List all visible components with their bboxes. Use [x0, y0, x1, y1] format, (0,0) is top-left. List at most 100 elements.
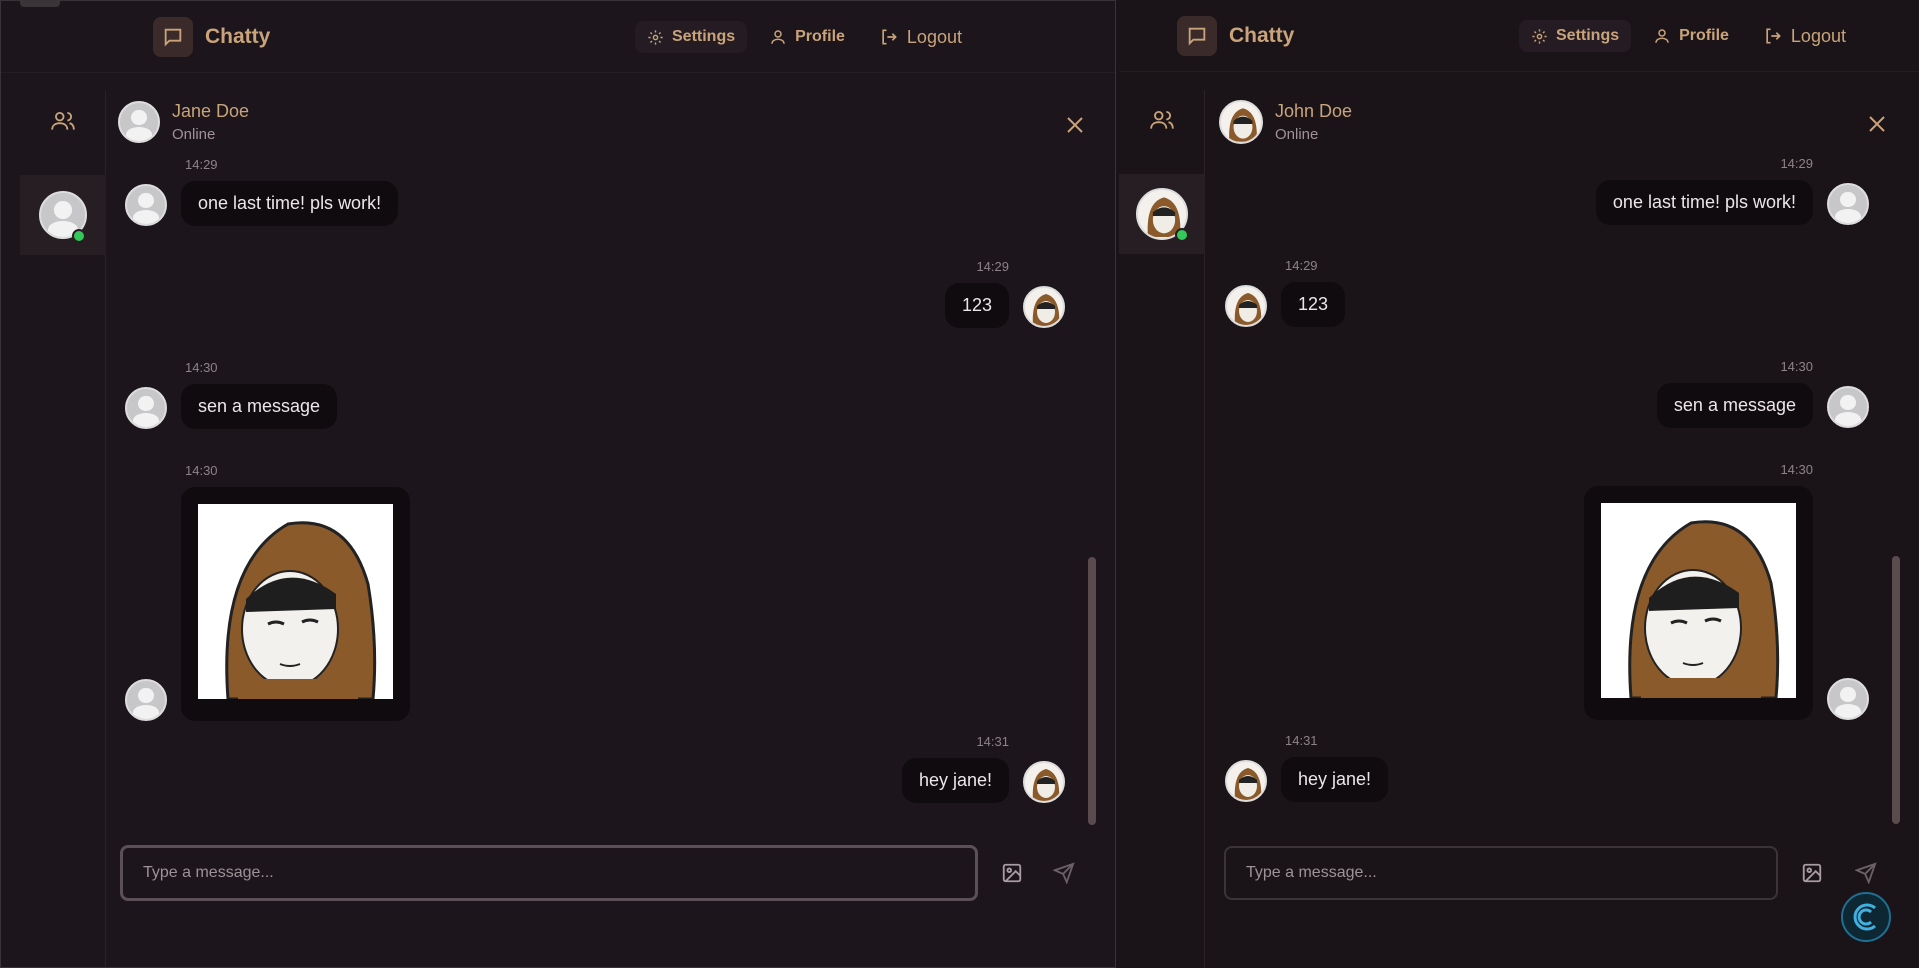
message-bubble: one last time! pls work!	[181, 181, 399, 226]
contact-jane-doe[interactable]	[20, 175, 106, 255]
sender-avatar	[125, 387, 167, 429]
header-avatar	[1219, 100, 1263, 144]
message-received: 14:29 123	[1225, 258, 1346, 327]
message-received: 14:30 sen a message	[125, 360, 338, 429]
message-time: 14:30	[185, 463, 218, 478]
message-bubble: sen a message	[181, 384, 338, 429]
profile-label: Profile	[1679, 27, 1729, 44]
chat-contact-name: John Doe	[1275, 101, 1353, 121]
users-icon[interactable]	[20, 91, 106, 151]
message-input[interactable]	[120, 845, 978, 901]
contacts-sidebar	[1119, 90, 1205, 968]
settings-label: Settings	[1556, 27, 1620, 44]
online-indicator	[1175, 228, 1189, 242]
message-sent: 14:29 123	[944, 259, 1065, 328]
message-received-image: 14:30	[125, 463, 410, 721]
message-time: 14:30	[1780, 462, 1813, 477]
sender-avatar	[1827, 678, 1869, 720]
navbar: Chatty Settings Profile Logout	[1, 1, 1115, 73]
scrollbar[interactable]	[1892, 556, 1900, 824]
chat-contact-status: Online	[172, 126, 216, 143]
logout-icon	[882, 29, 897, 45]
send-icon[interactable]	[1846, 853, 1886, 893]
app-logo-icon[interactable]	[1841, 892, 1891, 942]
message-bubble: hey jane!	[1281, 757, 1389, 802]
message-time: 14:31	[976, 734, 1009, 749]
settings-button[interactable]: Settings	[635, 21, 748, 53]
chat-header: John Doe Online	[1219, 100, 1352, 144]
logout-label: Logout	[1790, 25, 1846, 46]
sender-avatar	[1225, 760, 1267, 802]
left-chat-window: Chatty Settings Profile Logout Jane Doe …	[0, 0, 1116, 968]
message-bubble: 123	[944, 283, 1009, 328]
message-bubble: hey jane!	[901, 758, 1009, 803]
sender-avatar	[1225, 285, 1267, 327]
contacts-sidebar	[20, 91, 106, 967]
message-bubble: 123	[1281, 282, 1346, 327]
online-indicator	[72, 229, 86, 243]
header-avatar	[118, 101, 160, 143]
users-icon[interactable]	[1119, 90, 1205, 150]
screen: Chatty Settings Profile Logout Jane Doe …	[0, 0, 1919, 968]
logout-button[interactable]: Logout	[867, 21, 974, 53]
user-icon	[1655, 29, 1669, 43]
logout-button[interactable]: Logout	[1751, 20, 1858, 52]
brand-name: Chatty	[205, 25, 271, 48]
brand-link[interactable]: Chatty	[1177, 16, 1294, 56]
logout-label: Logout	[906, 26, 962, 47]
image-attachment[interactable]	[198, 504, 393, 701]
sender-avatar	[1827, 386, 1869, 428]
close-icon[interactable]	[1063, 113, 1087, 137]
chat-contact-status: Online	[1275, 126, 1319, 143]
right-chat-window: Chatty Settings Profile Logout John Doe …	[1119, 0, 1919, 968]
contact-john-doe[interactable]	[1119, 174, 1205, 254]
brand-link[interactable]: Chatty	[153, 17, 270, 57]
settings-button[interactable]: Settings	[1519, 20, 1632, 52]
profile-button[interactable]: Profile	[1641, 20, 1741, 52]
message-time: 14:30	[1780, 359, 1813, 374]
close-icon[interactable]	[1865, 112, 1889, 136]
message-bubble: one last time! pls work!	[1595, 180, 1813, 225]
nav-actions: Settings Profile Logout	[635, 21, 974, 53]
message-time: 14:29	[976, 259, 1009, 274]
chat-contact-name: Jane Doe	[172, 101, 250, 121]
message-time: 14:29	[1780, 156, 1813, 171]
image-bubble	[1584, 486, 1813, 720]
scrollbar[interactable]	[1088, 557, 1096, 825]
send-icon[interactable]	[1044, 853, 1084, 893]
message-time: 14:30	[185, 360, 218, 375]
user-icon	[771, 30, 785, 44]
message-sent: 14:31 hey jane!	[901, 734, 1065, 803]
message-bubble: sen a message	[1656, 383, 1813, 428]
image-icon[interactable]	[992, 853, 1032, 893]
sender-avatar	[1023, 761, 1065, 803]
message-time: 14:29	[1285, 258, 1318, 273]
message-composer	[1224, 846, 1886, 900]
image-icon[interactable]	[1792, 853, 1832, 893]
image-attachment[interactable]	[1601, 503, 1796, 700]
brand-name: Chatty	[1229, 24, 1295, 47]
message-time: 14:29	[185, 157, 218, 172]
message-sent: 14:30 sen a message	[1656, 359, 1869, 428]
image-bubble	[181, 487, 410, 721]
nav-actions: Settings Profile Logout	[1519, 20, 1858, 52]
navbar: Chatty Settings Profile Logout	[1119, 0, 1919, 72]
sender-avatar	[1827, 183, 1869, 225]
message-sent: 14:29 one last time! pls work!	[1595, 156, 1869, 225]
settings-label: Settings	[672, 28, 736, 45]
logout-icon	[1766, 28, 1781, 44]
sender-avatar	[125, 184, 167, 226]
message-input[interactable]	[1224, 846, 1778, 900]
message-sent-image: 14:30	[1584, 462, 1869, 720]
gear-icon	[648, 29, 663, 45]
message-composer	[120, 845, 1084, 901]
profile-button[interactable]: Profile	[757, 21, 857, 53]
sender-avatar	[1023, 286, 1065, 328]
message-received: 14:31 hey jane!	[1225, 733, 1389, 802]
sender-avatar	[125, 679, 167, 721]
chat-header: Jane Doe Online	[118, 101, 249, 143]
chat-bubble-icon	[1177, 16, 1217, 56]
gear-icon	[1532, 28, 1547, 44]
profile-label: Profile	[795, 28, 845, 45]
chat-bubble-icon	[153, 17, 193, 57]
